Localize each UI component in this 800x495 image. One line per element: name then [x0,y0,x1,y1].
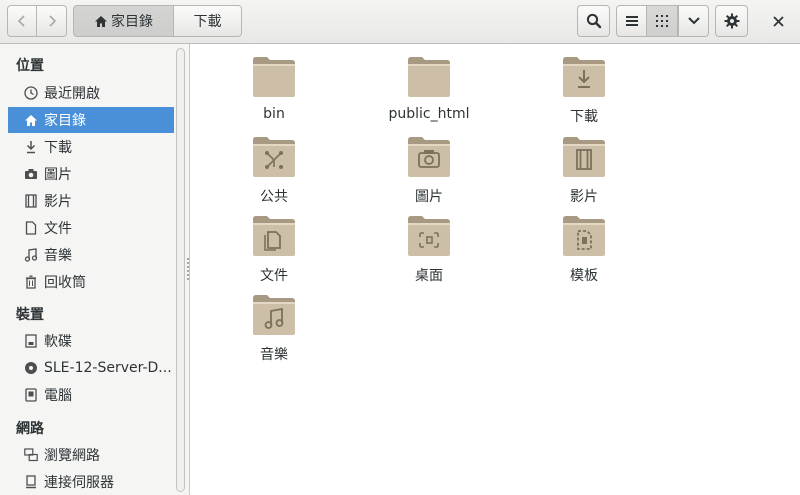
grid-view-button[interactable] [647,5,678,37]
search-button[interactable] [577,5,610,37]
list-view-icon [625,16,638,26]
file-item[interactable]: 公共 [209,136,339,214]
back-button[interactable] [7,5,37,37]
path-download-label: 下載 [193,14,222,30]
videos-folder-icon [563,137,605,177]
header-bar: 家目錄 下載 [0,0,800,44]
sidebar-scrollbar[interactable] [176,48,185,492]
file-name: public_html [388,106,470,122]
sidebar-item-disc[interactable]: SLE-12-Server-D... [8,355,174,381]
sidebar-item-label: 下載 [44,140,72,156]
music-folder-icon [253,295,295,335]
folder-icon [253,57,295,97]
sidebar-item-recent[interactable]: 最近開啟 [8,80,174,106]
disc-icon [24,361,38,375]
file-item[interactable]: 圖片 [364,136,494,214]
drive-icon [24,334,38,348]
sidebar-item-browse-network[interactable]: 瀏覽網路 [8,442,174,468]
sidebar-item-home[interactable]: 家目錄 [8,107,174,133]
sidebar-item-label: 電腦 [44,388,72,404]
section-title-devices: 裝置 [16,307,44,323]
file-name: 音樂 [260,347,288,363]
computer-icon [24,388,38,402]
sidebar-item-downloads[interactable]: 下載 [8,134,174,160]
back-arrow-icon [17,15,25,27]
grid-view-icon [656,15,668,27]
sidebar-item-videos[interactable]: 影片 [8,188,174,214]
sidebar-item-label: 文件 [44,221,72,237]
templates-folder-icon [563,216,605,256]
file-name: 模板 [570,268,598,284]
file-name: 公共 [260,189,288,205]
sidebar-item-trash[interactable]: 回收筒 [8,269,174,295]
server-icon [24,475,38,489]
file-name: 文件 [260,268,288,284]
sidebar-item-label: 家目錄 [44,113,86,129]
home-icon [95,15,107,27]
sidebar-item-computer[interactable]: 電腦 [8,382,174,408]
trash-icon [24,275,38,289]
file-name: 影片 [570,189,598,205]
clock-icon [24,86,38,100]
sidebar-item-pictures[interactable]: 圖片 [8,161,174,187]
sidebar-item-label: 回收筒 [44,275,86,291]
gear-icon [724,13,739,29]
path-button-download[interactable]: 下載 [173,5,242,37]
sidebar-item-label: 音樂 [44,248,72,264]
sidebar-item-label: 最近開啟 [44,86,100,102]
file-item[interactable]: 模板 [519,215,649,293]
sidebar-item-label: 瀏覽網路 [44,448,100,464]
file-name: 桌面 [415,268,443,284]
pane-resize-handle[interactable] [187,258,189,280]
document-icon [24,221,38,235]
forward-arrow-icon [48,15,56,27]
path-home-label: 家目錄 [111,14,153,30]
view-menu-button[interactable] [678,5,709,37]
download-folder-icon [563,57,605,97]
sidebar-item-music[interactable]: 音樂 [8,242,174,268]
sidebar-item-floppy[interactable]: 軟碟 [8,328,174,354]
chevron-down-icon [687,17,700,25]
camera-icon [24,167,38,181]
file-item[interactable]: 下載 [519,56,649,134]
music-icon [24,248,38,262]
share-folder-icon [253,137,295,177]
file-name: 下載 [570,109,598,125]
sidebar-item-label: SLE-12-Server-D... [44,360,172,376]
file-item[interactable]: 文件 [209,215,339,293]
file-item[interactable]: 音樂 [209,294,339,372]
sidebar-item-connect-server[interactable]: 連接伺服器 [8,469,174,495]
list-view-button[interactable] [616,5,647,37]
home-icon [24,113,38,127]
sidebar-item-label: 影片 [44,194,72,210]
file-item[interactable]: public_html [364,56,494,134]
desktop-folder-icon [408,216,450,256]
forward-button[interactable] [37,5,67,37]
settings-button[interactable] [715,5,748,37]
folder-icon [408,57,450,97]
file-item[interactable]: 影片 [519,136,649,214]
close-icon [772,15,784,27]
film-icon [24,194,38,208]
file-item[interactable]: 桌面 [364,215,494,293]
search-icon [586,13,601,29]
documents-folder-icon [253,216,295,256]
sidebar: 位置 最近開啟 家目錄 下載 圖片 影片 文件 音樂 回收筒 裝置 軟碟 SLE… [0,44,190,495]
section-title-network: 網路 [16,421,44,437]
close-button[interactable] [764,7,792,35]
section-title-places: 位置 [16,58,44,74]
sidebar-item-label: 連接伺服器 [44,475,114,491]
path-button-home[interactable]: 家目錄 [73,5,174,37]
sidebar-item-documents[interactable]: 文件 [8,215,174,241]
pictures-folder-icon [408,137,450,177]
network-icon [24,448,38,462]
sidebar-item-label: 圖片 [44,167,72,183]
download-icon [24,140,38,154]
file-name: 圖片 [415,189,443,205]
file-name: bin [263,106,285,122]
sidebar-item-label: 軟碟 [44,334,72,350]
file-item[interactable]: bin [209,56,339,134]
